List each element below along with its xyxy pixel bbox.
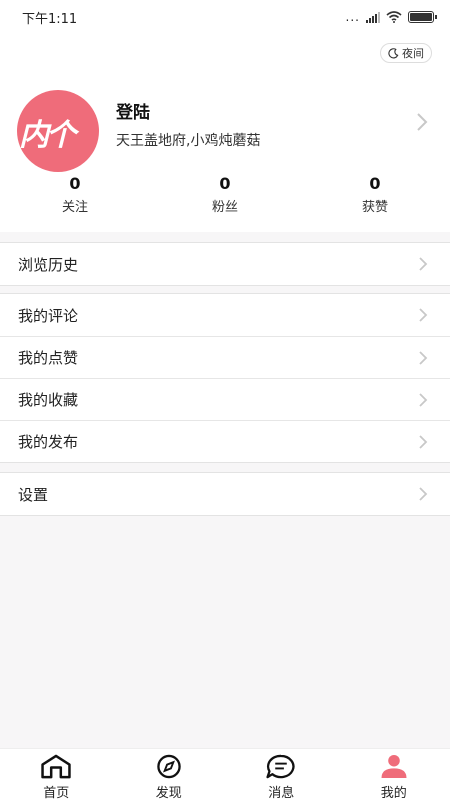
menu-item-history[interactable]: 浏览历史 [0,243,450,285]
menu-item-label: 我的评论 [18,305,78,326]
avatar[interactable]: 内个 [17,90,99,172]
tab-label: 发现 [156,782,182,801]
tab-label: 我的 [381,782,407,801]
status-bar: 下午1:11 ... [0,0,450,34]
stat-followers-count: 0 [185,174,265,194]
status-dots: ... [346,10,360,24]
chevron-right-icon [418,392,428,408]
tab-mine[interactable]: 我的 [338,749,450,801]
menu-item-likes[interactable]: 我的点赞 [0,336,450,378]
stat-likes[interactable]: 0 获赞 [335,174,415,215]
login-link[interactable]: 登陆 [116,98,150,123]
profile-header: 夜间 内个 登陆 天王盖地府,小鸡炖蘑菇 0 关注 0 粉丝 0 获赞 [0,34,450,232]
home-icon [39,754,73,779]
chevron-right-icon [418,434,428,450]
stat-likes-label: 获赞 [335,196,415,215]
compass-icon [152,754,186,779]
tab-label: 首页 [43,782,69,801]
chevron-right-icon [418,307,428,323]
stat-following[interactable]: 0 关注 [35,174,115,215]
chevron-right-icon[interactable] [416,112,428,132]
menu-item-label: 我的收藏 [18,389,78,410]
stat-likes-count: 0 [335,174,415,194]
user-icon [377,754,411,779]
stat-following-label: 关注 [35,196,115,215]
avatar-text: 内个 [19,110,73,154]
stat-followers[interactable]: 0 粉丝 [185,174,265,215]
signal-icon [366,11,380,23]
menu-item-settings[interactable]: 设置 [0,473,450,515]
night-mode-button[interactable]: 夜间 [380,43,432,63]
wifi-icon [386,11,402,23]
tab-home[interactable]: 首页 [0,749,113,801]
battery-icon [408,11,434,23]
tab-messages[interactable]: 消息 [225,749,338,801]
chevron-right-icon [418,486,428,502]
menu-item-label: 我的点赞 [18,347,78,368]
menu-item-label: 浏览历史 [18,254,78,275]
chevron-right-icon [418,256,428,272]
tab-label: 消息 [268,782,294,801]
status-time: 下午1:11 [22,8,77,27]
bottom-tab-bar: 首页 发现 消息 我的 [0,748,450,801]
night-mode-label: 夜间 [402,45,424,61]
menu-item-favorites[interactable]: 我的收藏 [0,378,450,420]
menu-item-comments[interactable]: 我的评论 [0,294,450,336]
menu-item-label: 设置 [18,484,48,505]
profile-stats: 0 关注 0 粉丝 0 获赞 [0,174,450,224]
menu-group-history: 浏览历史 [0,242,450,286]
stat-followers-label: 粉丝 [185,196,265,215]
message-icon [264,754,298,779]
stat-following-count: 0 [35,174,115,194]
menu-group-settings: 设置 [0,472,450,516]
moon-icon [388,48,399,59]
tab-discover[interactable]: 发现 [113,749,226,801]
menu-item-posts[interactable]: 我的发布 [0,420,450,462]
menu-item-label: 我的发布 [18,431,78,452]
menu-group-mine: 我的评论 我的点赞 我的收藏 我的发布 [0,293,450,463]
chevron-right-icon [418,350,428,366]
status-icons: ... [346,10,434,24]
user-signature: 天王盖地府,小鸡炖蘑菇 [116,130,260,150]
